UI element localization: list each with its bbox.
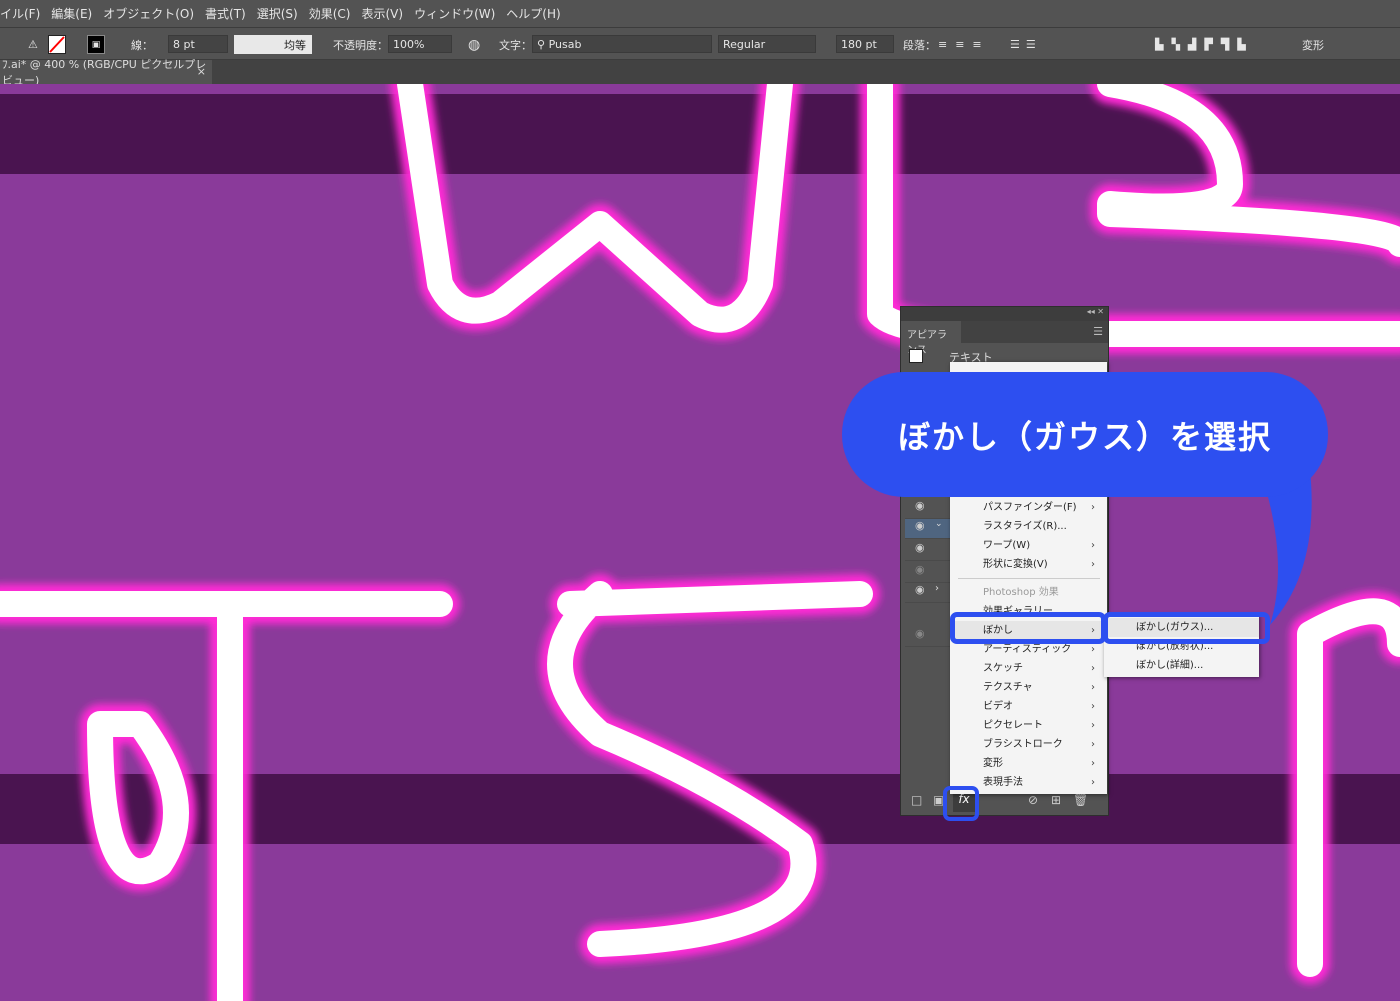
artboard-canvas[interactable] xyxy=(0,84,1400,1001)
menu-effect[interactable]: 効果(C) xyxy=(309,5,351,22)
menu-item-smart-blur[interactable]: ぼかし(詳細)... xyxy=(1104,656,1259,675)
eye-icon[interactable]: ◉ xyxy=(915,583,925,596)
callout-bubble: ぼかし（ガウス）を選択 xyxy=(842,372,1328,497)
chevron-right-icon: › xyxy=(1091,559,1095,570)
fill-swatch[interactable] xyxy=(48,35,66,54)
menu-item[interactable]: テクスチャ › xyxy=(950,678,1107,697)
menu-item[interactable]: ラスタライズ(R)... xyxy=(950,517,1107,536)
warning-icon: ⚠ xyxy=(28,38,38,51)
menu-item-label: 形状に変換(V) xyxy=(983,559,1048,570)
menu-edit[interactable]: 編集(E) xyxy=(51,5,92,22)
character-label: 文字： xyxy=(499,38,532,52)
close-icon[interactable]: × xyxy=(197,65,206,78)
neon-artwork xyxy=(0,84,1400,1001)
add-stroke-icon[interactable]: □ xyxy=(911,793,922,807)
menu-item-label: ブラシストローク xyxy=(983,739,1063,750)
document-tab[interactable]: ﾌ.ai* @ 400 % (RGB/CPU ピクセルプレビュー) × xyxy=(0,58,212,87)
eye-icon[interactable]: ◉ xyxy=(915,563,925,576)
tab-appearance[interactable]: アピアランス xyxy=(901,321,961,356)
chevron-right-icon[interactable]: › xyxy=(935,583,939,594)
menu-item-label: ピクセレート xyxy=(983,720,1043,731)
font-size-field[interactable]: 180 pt xyxy=(836,35,894,53)
chevron-right-icon: › xyxy=(1091,502,1095,513)
font-family-field[interactable]: ⚲ Pusab xyxy=(532,35,712,53)
menu-item-label: Photoshop 効果 xyxy=(983,587,1059,598)
chevron-right-icon: › xyxy=(1091,682,1095,693)
opacity-field[interactable]: 100% xyxy=(388,35,452,53)
stroke-label: 線： xyxy=(131,38,153,52)
menu-select[interactable]: 選択(S) xyxy=(257,5,298,22)
object-align-buttons[interactable]: ▙▚▟▛▜▙ xyxy=(1155,35,1254,54)
panel-menu-icon[interactable]: ☰ xyxy=(1093,325,1103,338)
chevron-right-icon: › xyxy=(1091,758,1095,769)
paragraph-label: 段落： xyxy=(903,38,936,52)
menu-item[interactable]: パスファインダー(F) › xyxy=(950,498,1107,517)
chevron-down-icon[interactable]: ⌄ xyxy=(935,519,943,529)
highlight-fx-button xyxy=(943,786,979,821)
menu-object[interactable]: オブジェクト(O) xyxy=(103,5,194,22)
menu-item[interactable]: 変形 › xyxy=(950,754,1107,773)
list-buttons[interactable]: ☰☰ xyxy=(1010,35,1042,54)
chevron-right-icon: › xyxy=(1091,540,1095,551)
stroke-swatch[interactable]: ▣ xyxy=(87,35,105,54)
menu-separator xyxy=(958,578,1100,579)
eye-icon[interactable]: ◉ xyxy=(915,627,925,640)
menu-item-label: アーティスティック xyxy=(983,644,1072,655)
panel-collapse-close[interactable]: ◂◂ ✕ xyxy=(901,307,1108,321)
menu-item[interactable]: スケッチ › xyxy=(950,659,1107,678)
menu-item[interactable]: 形状に変換(V) › xyxy=(950,555,1107,574)
chevron-right-icon: › xyxy=(1091,777,1095,788)
menu-item-label: 変形 xyxy=(983,758,1003,769)
menu-help[interactable]: ヘルプ(H) xyxy=(506,5,560,22)
eye-icon[interactable]: ◉ xyxy=(915,499,925,512)
menu-item-label: スケッチ xyxy=(983,663,1023,674)
font-name: Pusab xyxy=(548,37,582,51)
menu-section-header: Photoshop 効果 xyxy=(950,583,1107,602)
menu-type[interactable]: 書式(T) xyxy=(205,5,246,22)
menu-item-label: パスファインダー(F) xyxy=(983,502,1077,513)
stroke-profile-select[interactable]: 均等 xyxy=(234,35,312,54)
chevron-right-icon: › xyxy=(1091,720,1095,731)
font-style-select[interactable]: Regular xyxy=(718,35,816,53)
align-buttons[interactable]: ≡≡≡ xyxy=(938,35,990,54)
search-icon: ⚲ xyxy=(537,37,549,51)
highlight-gaussian-item xyxy=(1103,612,1270,644)
highlight-blur-item xyxy=(950,612,1106,644)
duplicate-icon[interactable]: ⊞ xyxy=(1051,793,1061,807)
menu-item-label: ワープ(W) xyxy=(983,540,1031,551)
eye-icon[interactable]: ◉ xyxy=(915,541,925,554)
object-thumbnail xyxy=(909,349,923,363)
menu-item-label: ラスタライズ(R)... xyxy=(983,521,1067,532)
menu-item-label: テクスチャ xyxy=(983,682,1033,693)
menu-bar: イル(F) 編集(E) オブジェクト(O) 書式(T) 選択(S) 効果(C) … xyxy=(0,0,1400,28)
menu-file[interactable]: イル(F) xyxy=(0,5,40,22)
stroke-weight-field[interactable]: 8 pt xyxy=(168,35,228,53)
menu-item[interactable]: ワープ(W) › xyxy=(950,536,1107,555)
menu-item[interactable]: ビデオ › xyxy=(950,697,1107,716)
menu-window[interactable]: ウィンドウ(W) xyxy=(414,5,495,22)
transform-link[interactable]: 変形 xyxy=(1302,35,1324,54)
chevron-right-icon: › xyxy=(1091,663,1095,674)
recolor-icon[interactable]: ◍ xyxy=(468,35,480,54)
menu-item[interactable]: ブラシストローク › xyxy=(950,735,1107,754)
eye-icon[interactable]: ◉ xyxy=(915,519,925,532)
trash-icon[interactable]: 🗑 xyxy=(1073,793,1088,807)
clear-appearance-icon[interactable]: ⊘ xyxy=(1028,793,1038,807)
menu-item-label: 表現手法 xyxy=(983,777,1023,788)
chevron-right-icon: › xyxy=(1091,701,1095,712)
menu-item-label: ビデオ xyxy=(983,701,1013,712)
document-tab-bar: ﾌ.ai* @ 400 % (RGB/CPU ピクセルプレビュー) × xyxy=(0,58,1400,87)
chevron-right-icon: › xyxy=(1091,739,1095,750)
opacity-label: 不透明度： xyxy=(333,38,388,52)
menu-item[interactable]: ピクセレート › xyxy=(950,716,1107,735)
menu-view[interactable]: 表示(V) xyxy=(361,5,403,22)
